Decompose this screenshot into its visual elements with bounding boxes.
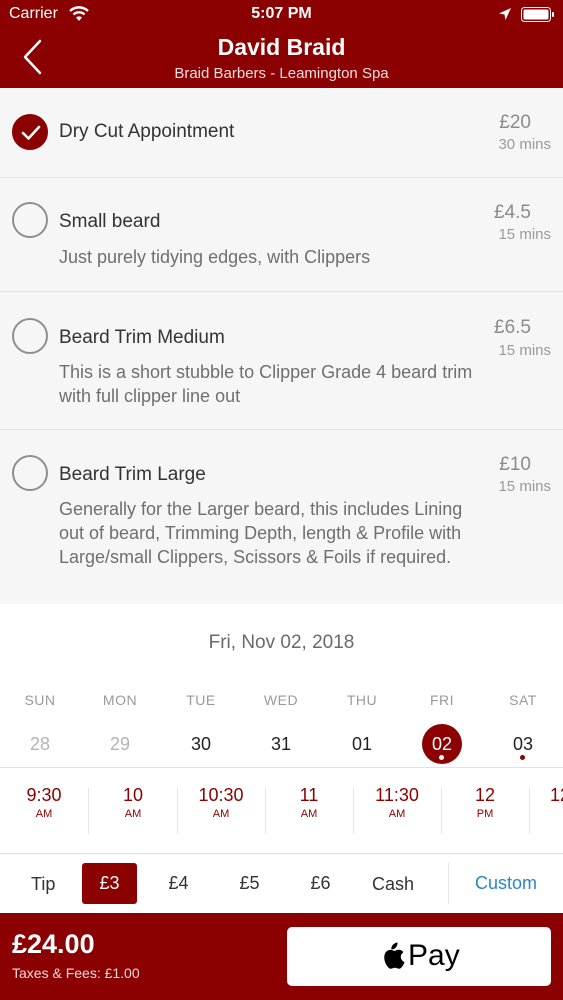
service-price: £10 — [499, 454, 531, 475]
battery-icon — [521, 7, 554, 22]
day-number: 01 — [351, 734, 373, 754]
time-slot[interactable]: 11 AM — [265, 784, 353, 836]
apple-logo-icon — [384, 942, 405, 969]
time-slot[interactable]: 10 AM — [89, 784, 177, 836]
service-name: Beard Trim Large — [59, 464, 206, 485]
day-number: 30 — [190, 734, 212, 754]
status-time: 5:07 PM — [251, 5, 312, 22]
tip-option-4[interactable]: £4 — [151, 863, 206, 904]
tip-option-3[interactable]: £3 — [82, 863, 137, 904]
time-slot-time: 9:30 — [26, 785, 62, 805]
day-number: 28 — [29, 734, 51, 754]
service-checkbox[interactable] — [12, 114, 48, 150]
date-header: Fri, Nov 02, 2018 — [0, 604, 563, 680]
service-duration: 15 mins — [498, 226, 551, 243]
time-slot-strip[interactable]: 9:30 AM 10 AM 10:30 AM 11 AM 11:30 AM 12… — [0, 768, 563, 854]
tip-custom-button[interactable]: Custom — [448, 863, 563, 904]
service-item-dry-cut[interactable]: Dry Cut Appointment £20 30 mins — [0, 88, 563, 178]
service-checkbox[interactable] — [12, 455, 48, 491]
day-of-week: TUE — [186, 692, 216, 708]
day-of-week: MON — [102, 692, 138, 708]
service-description: This is a short stubble to Clipper Grade… — [59, 362, 473, 406]
time-slot-ampm: AM — [124, 808, 142, 820]
day-number: 29 — [109, 734, 131, 754]
checkmark-icon — [21, 125, 41, 140]
time-slot-ampm: AM — [388, 808, 406, 820]
service-description: Just purely tidying edges, with Clippers — [59, 247, 371, 267]
time-slot[interactable]: 9:30 AM — [0, 784, 88, 836]
service-description: Generally for the Larger beard, this inc… — [59, 499, 463, 567]
service-checkbox[interactable] — [12, 318, 48, 354]
day-of-week: FRI — [429, 692, 455, 708]
time-slot-ampm: AM — [35, 808, 53, 820]
tip-label: Tip — [31, 874, 56, 894]
tip-option-6[interactable]: £6 — [293, 863, 348, 904]
time-slot[interactable]: 12 — [530, 784, 563, 836]
page-subtitle: Braid Barbers - Leamington Spa — [174, 65, 389, 82]
time-slot-ampm: AM — [212, 808, 230, 820]
availability-dot — [439, 755, 444, 760]
week-strip: SUN 28 MON 29 TUE 30 WED 31 THU 01 FRI 0… — [0, 680, 563, 768]
status-bar: Carrier 5:07 PM — [0, 0, 563, 30]
service-item-beard-trim-large[interactable]: Beard Trim Large Generally for the Large… — [0, 430, 563, 604]
day-number: 02 — [431, 734, 453, 754]
day-number: 31 — [270, 734, 292, 754]
time-slot[interactable]: 12 PM — [441, 784, 529, 836]
total-price: £24.00 — [12, 929, 95, 959]
time-slot-ampm: AM — [300, 808, 318, 820]
header-bar: Carrier 5:07 PM David Braid Braid Barber… — [0, 0, 563, 88]
service-item-small-beard[interactable]: Small beard Just purely tidying edges, w… — [0, 178, 563, 292]
service-duration: 15 mins — [498, 478, 551, 495]
day-of-week: SAT — [509, 692, 537, 708]
selected-date: Fri, Nov 02, 2018 — [208, 632, 355, 653]
service-price: £20 — [499, 112, 531, 133]
day-of-week: SUN — [24, 692, 56, 708]
service-item-beard-trim-medium[interactable]: Beard Trim Medium This is a short stubbl… — [0, 292, 563, 430]
day-of-week: WED — [263, 692, 299, 708]
time-slot-time: 11:30 — [375, 785, 419, 805]
pay-label: Pay — [408, 939, 460, 972]
availability-dot — [520, 755, 525, 760]
time-slot[interactable]: 11:30 AM — [353, 784, 441, 836]
taxes-fees: Taxes & Fees: £1.00 — [12, 965, 140, 981]
checkout-bar: £24.00 Taxes & Fees: £1.00 Pay — [0, 913, 563, 1000]
service-price: £6.5 — [494, 317, 531, 338]
time-slot-time: 12 — [474, 785, 496, 805]
tip-option-5[interactable]: £5 — [222, 863, 277, 904]
service-name: Small beard — [59, 211, 161, 232]
day-of-week: THU — [346, 692, 378, 708]
time-slot-time: 10 — [122, 785, 144, 805]
service-checkbox[interactable] — [12, 202, 48, 238]
service-name: Dry Cut Appointment — [59, 121, 235, 142]
services-list: Dry Cut Appointment £20 30 mins Small be… — [0, 88, 563, 604]
service-name: Beard Trim Medium — [59, 327, 225, 348]
apple-pay-button[interactable]: Pay — [287, 927, 551, 986]
time-slot-time: 12 — [550, 785, 563, 805]
tip-cash-option[interactable]: Cash — [372, 874, 414, 895]
time-slot-time: 10:30 — [198, 785, 244, 805]
time-slot[interactable]: 10:30 AM — [177, 784, 265, 836]
service-duration: 30 mins — [498, 136, 551, 153]
service-price: £4.5 — [494, 202, 531, 223]
location-arrow-icon — [499, 8, 511, 20]
day-number: 03 — [512, 734, 534, 754]
time-slot-time: 11 — [299, 785, 319, 805]
time-slot-ampm: PM — [476, 808, 494, 820]
page-title: David Braid — [217, 34, 346, 60]
tip-row: Tip £3 £4 £5 £6 Cash Custom — [0, 854, 563, 913]
service-duration: 15 mins — [498, 342, 551, 359]
